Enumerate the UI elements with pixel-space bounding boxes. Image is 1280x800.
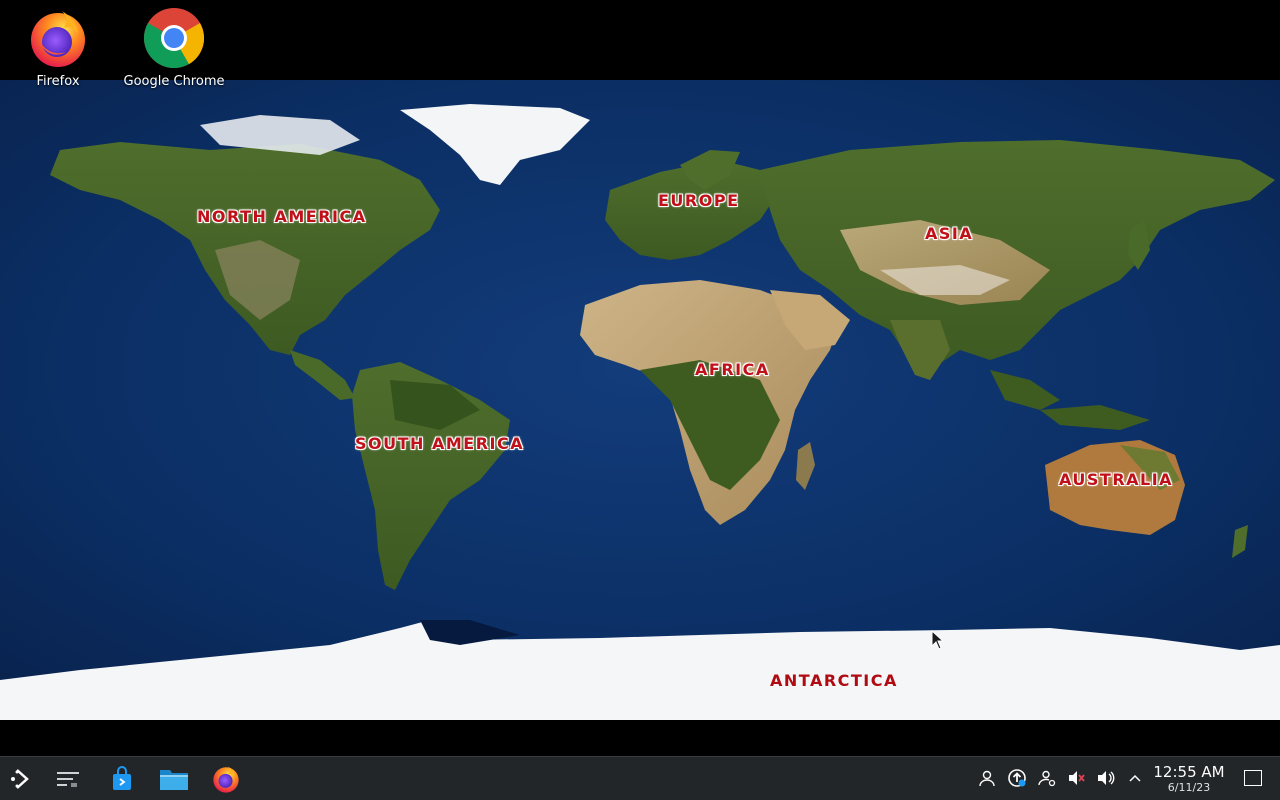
application-launcher-button[interactable]: [4, 761, 40, 797]
mouse-cursor-icon: [931, 630, 945, 650]
store-bag-icon: [113, 766, 131, 790]
person-settings-icon: [1038, 770, 1056, 787]
folder-icon: [160, 770, 188, 790]
desktop-icon-label: Firefox: [36, 74, 80, 89]
label-north-america: NORTH AMERICA: [197, 207, 367, 226]
user-tray-button[interactable]: [977, 768, 997, 788]
discover-button[interactable]: [104, 761, 140, 797]
label-antarctica: ANTARCTICA: [770, 671, 898, 690]
desktop-icon-google-chrome[interactable]: Google Chrome: [119, 6, 229, 89]
label-europe: EUROPE: [658, 191, 740, 210]
wallpaper-world-map: NORTH AMERICA EUROPE ASIA AFRICA SOUTH A…: [0, 80, 1280, 720]
virtual-desktops-button[interactable]: [50, 761, 86, 797]
virtual-desktops-icon: [57, 772, 79, 787]
desktop[interactable]: NORTH AMERICA EUROPE ASIA AFRICA SOUTH A…: [0, 0, 1280, 756]
update-icon: [1008, 769, 1026, 787]
speaker-icon: [1098, 771, 1115, 785]
digital-clock[interactable]: 12:55 AM 6/11/23: [1150, 763, 1228, 795]
updates-tray-button[interactable]: [1007, 768, 1027, 788]
desktop-icon-label: Google Chrome: [123, 74, 225, 89]
world-map-graphic: [0, 80, 1280, 720]
dolphin-file-manager-button[interactable]: [156, 761, 192, 797]
label-australia: AUSTRALIA: [1059, 470, 1174, 489]
label-south-america: SOUTH AMERICA: [355, 434, 525, 453]
mic-muted-icon: [1069, 771, 1085, 785]
kde-connect-tray-button[interactable]: [1037, 768, 1057, 788]
label-asia: ASIA: [925, 224, 974, 243]
clock-date: 6/11/23: [1167, 781, 1211, 794]
firefox-taskbar-button[interactable]: [208, 761, 244, 797]
firefox-icon: [213, 766, 239, 793]
desktop-icon-firefox[interactable]: Firefox: [3, 6, 113, 89]
label-africa: AFRICA: [695, 360, 770, 379]
expand-tray-button[interactable]: [1125, 768, 1145, 788]
firefox-icon: [31, 11, 85, 67]
taskbar: 12:55 AM 6/11/23: [0, 756, 1280, 800]
chevron-up-icon: [1129, 774, 1141, 782]
chrome-icon: [143, 8, 205, 69]
user-icon: [979, 770, 995, 787]
kde-launcher-icon: [11, 769, 29, 789]
microphone-tray-button[interactable]: [1066, 768, 1086, 788]
clock-time: 12:55 AM: [1153, 763, 1225, 781]
show-desktop-button[interactable]: [1244, 770, 1262, 786]
volume-tray-button[interactable]: [1096, 768, 1116, 788]
